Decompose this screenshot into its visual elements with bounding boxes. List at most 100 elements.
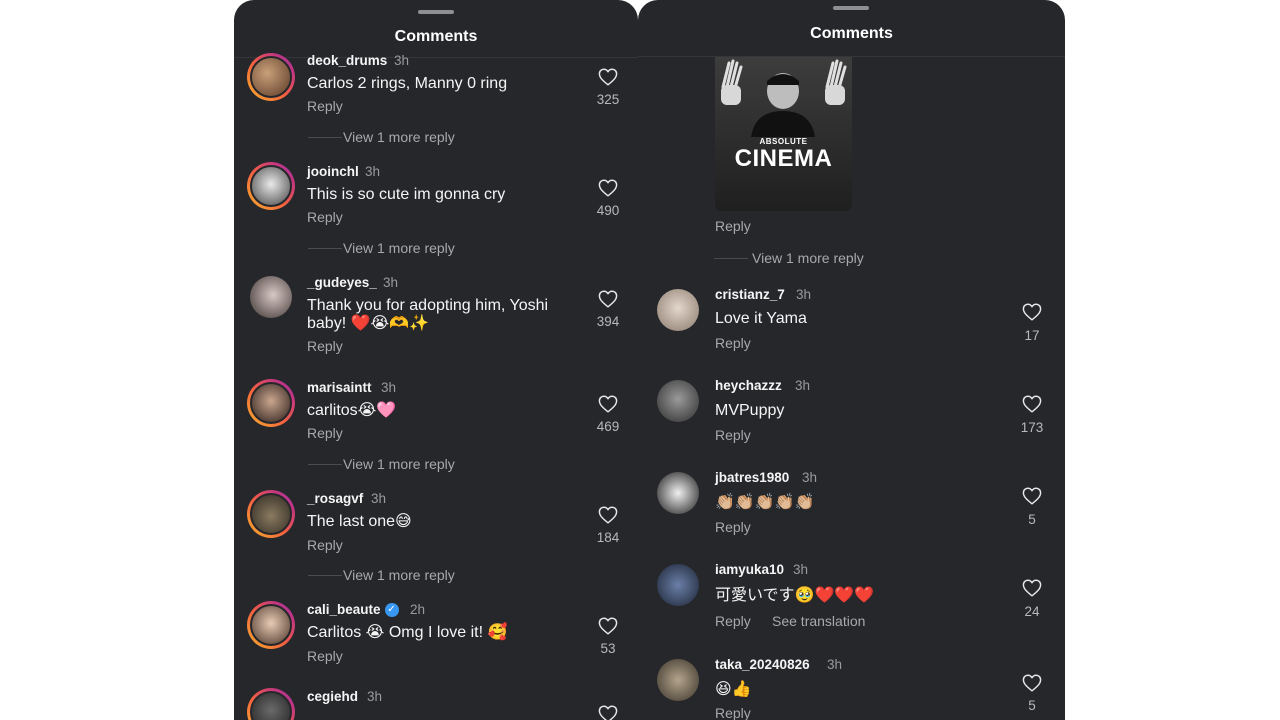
avatar[interactable]	[247, 490, 295, 538]
reply-button[interactable]: Reply	[307, 537, 343, 553]
comment-time: 3h	[365, 164, 381, 179]
comments-sheet-left: Comments deok_drums 3h Carlos 2 rings, M…	[234, 0, 638, 720]
view-replies-line	[308, 248, 342, 249]
heart-icon[interactable]	[1022, 303, 1042, 321]
comment-text: Love it Yama	[715, 310, 807, 327]
comment-username[interactable]: jooinchl	[307, 164, 359, 179]
comment-text: Thank you for adopting him, Yoshi baby! …	[307, 297, 549, 332]
comment-text: 👏🏼👏🏼👏🏼👏🏼👏🏼	[715, 494, 815, 511]
view-more-replies[interactable]: View 1 more reply	[752, 250, 864, 266]
comment-time: 3h	[827, 657, 843, 672]
comment-username[interactable]: jbatres1980	[715, 470, 789, 485]
comment-text: MVPuppy	[715, 402, 785, 419]
reply-button[interactable]: Reply	[307, 209, 343, 225]
comment-time: 3h	[367, 689, 383, 704]
like-count: 173	[1020, 420, 1044, 435]
comment-username[interactable]: taka_20240826	[715, 657, 810, 672]
comment-time: 3h	[793, 562, 809, 577]
reply-button[interactable]: Reply	[715, 613, 751, 629]
heart-icon[interactable]	[1022, 674, 1042, 692]
avatar[interactable]	[247, 53, 295, 101]
comment-text: This is so cute im gonna cry	[307, 186, 506, 203]
comment-time: 3h	[394, 53, 410, 68]
sheet-title: Comments	[394, 28, 478, 45]
heart-icon[interactable]	[598, 179, 618, 197]
like-count: 5	[1028, 698, 1036, 713]
avatar[interactable]	[247, 379, 295, 427]
comment-time: 3h	[383, 275, 399, 290]
reply-button[interactable]: Reply	[307, 338, 343, 354]
comment-text: The last one😅	[307, 513, 412, 530]
reply-button[interactable]: Reply	[715, 427, 751, 443]
comment-username[interactable]: iamyuka10	[715, 562, 784, 577]
comment-username[interactable]: _rosagvf	[307, 491, 363, 506]
reply-button[interactable]: Reply	[715, 335, 751, 351]
reply-button[interactable]: Reply	[715, 218, 751, 234]
see-translation-button[interactable]: See translation	[772, 613, 865, 629]
comment-username[interactable]: cali_beaute ✓	[307, 602, 399, 618]
avatar[interactable]	[247, 601, 295, 649]
comment-username[interactable]: marisaintt	[307, 380, 372, 395]
reply-button[interactable]: Reply	[307, 425, 343, 441]
comment-time: 3h	[796, 287, 812, 302]
like-count: 394	[596, 314, 620, 329]
avatar[interactable]	[247, 162, 295, 210]
like-count: 17	[1024, 328, 1040, 343]
heart-icon[interactable]	[1022, 395, 1042, 413]
avatar[interactable]	[657, 289, 699, 331]
heart-icon[interactable]	[598, 68, 618, 86]
view-more-replies[interactable]: View 1 more reply	[343, 456, 455, 472]
drag-handle[interactable]	[833, 6, 869, 10]
comments-sheet-right: Comments ABSOLUTE CINEMA Reply View 1 mo…	[638, 0, 1065, 720]
reply-button[interactable]: Reply	[307, 98, 343, 114]
comment-text: 😆👍	[715, 681, 752, 698]
comment-time: 3h	[381, 380, 397, 395]
sheet-title: Comments	[810, 25, 893, 42]
view-more-replies[interactable]: View 1 more reply	[343, 129, 455, 145]
comment-text: Carlos 2 rings, Manny 0 ring	[307, 75, 508, 92]
reply-button[interactable]: Reply	[307, 648, 343, 664]
view-more-replies[interactable]: View 1 more reply	[343, 567, 455, 583]
heart-icon[interactable]	[1022, 487, 1042, 505]
comment-time: 3h	[371, 491, 387, 506]
view-replies-line	[714, 258, 748, 259]
reply-button[interactable]: Reply	[715, 705, 751, 720]
comment-time: 2h	[410, 602, 426, 617]
verified-badge-icon: ✓	[384, 603, 399, 618]
drag-handle[interactable]	[418, 10, 454, 14]
comment-username[interactable]: deok_drums	[307, 53, 387, 68]
like-count: 325	[596, 92, 620, 107]
avatar[interactable]	[247, 688, 295, 720]
comment-username[interactable]: cristianz_7	[715, 287, 785, 302]
comment-text: Carlitos 😭 Omg I love it! 🥰	[307, 624, 508, 641]
heart-icon[interactable]	[598, 705, 618, 720]
view-replies-line	[308, 137, 342, 138]
like-count: 469	[596, 419, 620, 434]
view-replies-line	[308, 464, 342, 465]
avatar[interactable]	[657, 472, 699, 514]
comment-username[interactable]: cegiehd	[307, 689, 358, 704]
comment-text: 可愛いです🥹❤️❤️❤️	[715, 587, 875, 604]
avatar[interactable]	[657, 564, 699, 606]
person-silhouette-icon	[721, 59, 847, 137]
avatar[interactable]	[657, 380, 699, 422]
avatar[interactable]	[657, 659, 699, 701]
heart-icon[interactable]	[598, 617, 618, 635]
like-count: 184	[596, 530, 620, 545]
view-more-replies[interactable]: View 1 more reply	[343, 240, 455, 256]
comment-username[interactable]: heychazzz	[715, 378, 782, 393]
comment-text: carlitos😭🩷	[307, 402, 397, 419]
like-count: 53	[600, 641, 616, 656]
media-title: CINEMA	[734, 145, 833, 172]
comment-time: 3h	[802, 470, 818, 485]
reply-media-image[interactable]: ABSOLUTE CINEMA	[715, 57, 852, 211]
heart-icon[interactable]	[598, 290, 618, 308]
heart-icon[interactable]	[598, 395, 618, 413]
avatar[interactable]	[250, 276, 292, 318]
heart-icon[interactable]	[1022, 579, 1042, 597]
like-count: 5	[1028, 512, 1036, 527]
comment-username[interactable]: _gudeyes_	[307, 275, 377, 290]
comment-time: 3h	[795, 378, 811, 393]
heart-icon[interactable]	[598, 506, 618, 524]
reply-button[interactable]: Reply	[715, 519, 751, 535]
